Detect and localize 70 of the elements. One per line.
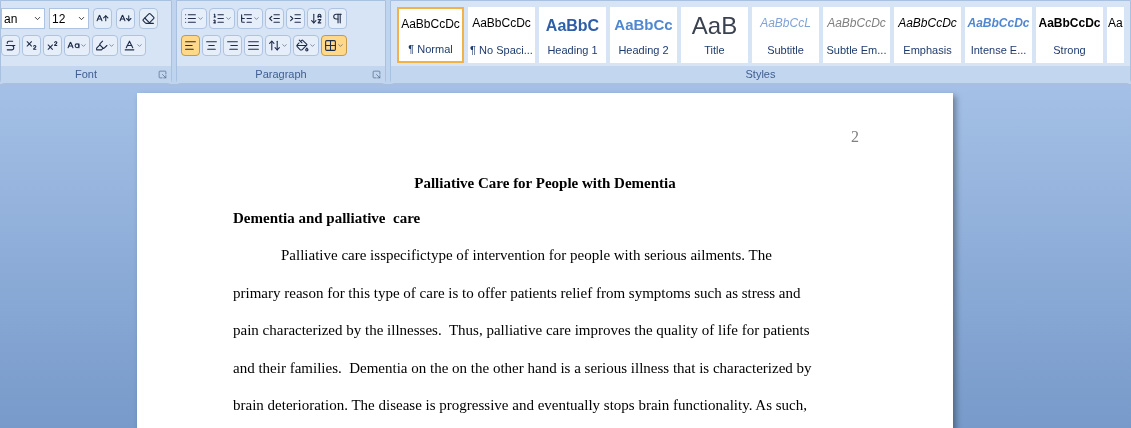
style-label: Strong (1053, 42, 1086, 58)
grow-font-icon[interactable] (93, 8, 112, 29)
align-center-icon[interactable] (202, 35, 221, 56)
style-sample: AaBbCcDc (472, 15, 531, 32)
borders-icon[interactable] (321, 35, 347, 56)
style-label: Heading 1 (547, 42, 598, 58)
style-preview[interactable]: AaB Title (681, 7, 748, 63)
align-justify-icon[interactable] (244, 35, 263, 56)
paragraph-line: brain deterioration. The disease is progressive and eventually stops brain functionality. As such, (233, 396, 809, 415)
style-sample: AaBbCcDc (1038, 15, 1101, 32)
change-case-icon[interactable] (64, 35, 90, 56)
dropdown-caret-icon[interactable] (33, 14, 42, 23)
font-color-icon[interactable] (120, 35, 146, 56)
shrink-font-icon[interactable] (116, 8, 135, 29)
paragraph-line: pain characterized by the illnesses. Thus, palliative care improves the quality of life for patients (233, 321, 811, 340)
shading-icon[interactable] (293, 35, 319, 56)
style-label: ¶ No Spaci... (470, 42, 533, 58)
style-preview[interactable]: AaBbCcDc Emphasis (894, 7, 961, 63)
paragraph-line: primary reason for this type of care is to offer patients relief from symptoms such as stress and (233, 283, 802, 303)
style-preview[interactable]: AaBbCcDc Subtle Em... (823, 7, 890, 63)
increase-indent-icon[interactable] (286, 8, 305, 29)
paragraph-line: Palliative care isspecifictype of intervention for people with serious ailments. The (280, 246, 773, 265)
superscript-icon[interactable] (43, 35, 62, 56)
strikethrough-icon[interactable] (1, 35, 20, 56)
group-label: Styles (745, 67, 776, 83)
page-number: 2 (851, 127, 859, 147)
style-sample: AaBbC (545, 16, 600, 36)
style-sample: AaBbCcL (760, 15, 811, 32)
align-left-icon[interactable] (181, 35, 200, 56)
align-right-icon[interactable] (223, 35, 242, 56)
dropdown-caret-icon[interactable] (77, 14, 86, 23)
subscript-icon[interactable] (22, 35, 41, 56)
style-preview[interactable]: AaBbCcDc ¶ No Spaci... (468, 7, 535, 63)
bullets-icon[interactable] (181, 8, 207, 29)
style-preview[interactable]: AaBbCc Heading 2 (610, 7, 677, 63)
style-sample: AaBbCcDc (401, 16, 460, 33)
group-label: Paragraph (255, 67, 307, 83)
style-label: Intense E... (970, 42, 1027, 58)
group-label: Font (75, 67, 97, 83)
style-label: ¶ Normal (408, 41, 453, 57)
sort-icon[interactable] (307, 8, 326, 29)
style-sample: AaBbCc (614, 15, 673, 35)
style-preview[interactable]: AaBbCcL Subtitle (752, 7, 819, 63)
line-spacing-icon[interactable] (265, 35, 291, 56)
style-preview[interactable]: Aa (1107, 7, 1124, 63)
section-heading: Dementia and palliative care (233, 209, 421, 226)
style-preview[interactable]: AaBbCcDc ¶ Normal (397, 7, 464, 63)
style-sample: Aa (1108, 15, 1123, 32)
style-sample: AaB (691, 14, 738, 38)
style-label: Heading 2 (618, 42, 669, 58)
document-title: Palliative Care for People with Dementia (414, 174, 676, 193)
font-name-value: an (4, 10, 18, 28)
decrease-indent-icon[interactable] (265, 8, 284, 29)
highlighter-icon[interactable] (92, 35, 118, 56)
style-sample: AaBbCcDc (967, 15, 1030, 32)
paragraph-line: and their families. Dementia on the on the other hand is a serious illness that is characterized by (233, 358, 813, 378)
clear-formatting-icon[interactable] (139, 8, 158, 29)
style-sample: AaBbCcDc (827, 15, 886, 32)
font-size-value: 12 (52, 10, 66, 28)
style-label: Emphasis (903, 42, 952, 58)
style-sample: AaBbCcDc (898, 15, 957, 32)
pilcrow-icon[interactable] (328, 8, 347, 29)
style-label: Subtle Em... (826, 42, 887, 58)
style-label: Subtitle (767, 42, 804, 58)
style-preview[interactable]: AaBbCcDc Intense E... (965, 7, 1032, 63)
style-preview[interactable]: AaBbC Heading 1 (539, 7, 606, 63)
style-label: Title (704, 42, 725, 58)
multilevel-list-icon[interactable] (237, 8, 263, 29)
style-preview[interactable]: AaBbCcDc Strong (1036, 7, 1103, 63)
numbering-icon[interactable] (209, 8, 235, 29)
